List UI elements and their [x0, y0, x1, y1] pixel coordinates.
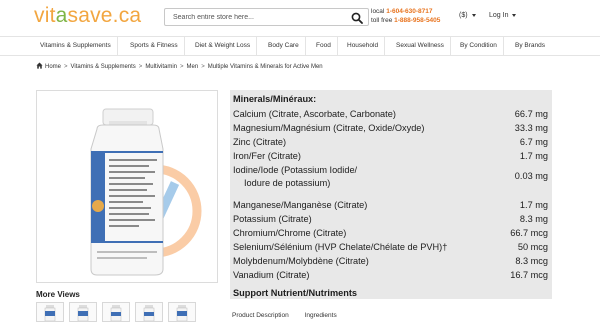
logo-text-start: vit	[34, 4, 56, 27]
label-line-value: 8.3 mg	[519, 214, 548, 224]
local-phone-label: local	[371, 8, 385, 15]
more-views-heading: More Views	[36, 290, 80, 299]
breadcrumb-separator: >	[64, 64, 68, 70]
label-line-text: Manganese/Manganèse (Citrate)	[233, 200, 368, 210]
search-icon[interactable]	[351, 12, 363, 24]
breadcrumb-vitamins-supplements[interactable]: Vitamins & Supplements	[71, 64, 136, 70]
label-line-value: 66.7 mcg	[510, 228, 548, 238]
nav-item-sports-fitness[interactable]: Sports & Fitness	[124, 37, 185, 55]
login-label: Log In	[489, 12, 509, 19]
label-line-value: 66.7 mg	[514, 109, 548, 119]
bottle-thumbnail-image	[143, 305, 155, 322]
local-phone-number[interactable]: 1-604-630-8717	[386, 8, 432, 15]
search-box	[164, 8, 369, 26]
breadcrumb-multivitamin[interactable]: Multivitamin	[145, 64, 177, 70]
site-logo[interactable]: vitasave.ca	[34, 4, 141, 28]
breadcrumb-separator: >	[180, 64, 184, 70]
nav-item-diet-weight-loss[interactable]: Diet & Weight Loss	[189, 37, 258, 55]
label-line-text: Molybdenum/Molybdène (Citrate)	[233, 256, 369, 266]
tab-ingredients[interactable]: Ingredients	[305, 312, 337, 319]
label-line-text: Selenium/Sélénium (HVP Chelate/Chélate d…	[233, 242, 448, 252]
site-header: vitasave.ca local 1-604-630-8717 toll fr…	[0, 0, 600, 36]
label-line-text: Calcium (Citrate, Ascorbate, Carbonate)	[233, 109, 396, 119]
label-line-value: 50 mcg	[517, 242, 548, 252]
search-input[interactable]	[173, 11, 343, 24]
nav-item-by-condition[interactable]: By Condition	[454, 37, 504, 55]
label-line-text: Iron/Fer (Citrate)	[233, 151, 301, 161]
product-thumbnail[interactable]	[102, 302, 130, 322]
label-line-text: Potassium (Citrate)	[233, 214, 312, 224]
logo-text-end: save.ca	[67, 4, 142, 27]
tollfree-phone-number[interactable]: 1-888-958-5405	[394, 17, 440, 24]
supplement-facts-image[interactable]: Minerals/Minéraux: Calcium (Citrate, Asc…	[230, 90, 552, 299]
home-icon	[36, 62, 43, 69]
nav-item-by-brands[interactable]: By Brands	[509, 37, 551, 55]
breadcrumb-men[interactable]: Men	[187, 64, 199, 70]
tollfree-phone-row: toll free 1-888-958-5405	[371, 16, 440, 25]
label-line-value: 6.7 mg	[519, 137, 548, 147]
nav-item-food[interactable]: Food	[310, 37, 338, 55]
nav-item-body-care[interactable]: Body Care	[262, 37, 306, 55]
product-bottle-image	[90, 108, 202, 276]
label-line-value: 16.7 mcg	[510, 270, 548, 280]
label-line-value: 1.7 mg	[519, 200, 548, 210]
breadcrumb-separator: >	[201, 64, 205, 70]
breadcrumb-current-product: Multiple Vitamins & Minerals for Active …	[207, 64, 323, 70]
tollfree-phone-label: toll free	[371, 17, 393, 24]
label-line-text: Iodine/Iode (Potassium Iodide/	[233, 165, 358, 175]
breadcrumb-separator: >	[138, 64, 143, 70]
chevron-down-icon	[471, 13, 476, 17]
tab-product-description[interactable]: Product Description	[232, 312, 289, 319]
bottle-thumbnail-image	[176, 305, 188, 322]
label-line-text: Vanadium (Citrate)	[233, 270, 310, 280]
product-main-image[interactable]	[36, 90, 218, 283]
label-line-text: Support Nutrient/Nutriments	[233, 288, 358, 298]
label-line-text: Iodure de potassium)	[244, 178, 331, 188]
label-line-value: 33.3 mg	[514, 123, 548, 133]
bottle-thumbnail-image	[44, 305, 56, 322]
bottle-thumbnail-image	[77, 305, 89, 322]
label-line-value: 1.7 mg	[519, 151, 548, 161]
login-menu[interactable]: Log In	[489, 12, 517, 19]
product-thumbnail[interactable]	[69, 302, 97, 322]
nav-item-household[interactable]: Household	[341, 37, 386, 55]
main-nav: Vitamins & Supplements Sports & Fitness …	[0, 36, 600, 56]
breadcrumb-home[interactable]: Home	[45, 64, 61, 70]
currency-label: ($)	[459, 12, 468, 19]
product-thumbnail[interactable]	[36, 302, 64, 322]
product-thumbnail[interactable]	[135, 302, 163, 322]
bottle-thumbnail-image	[110, 305, 122, 322]
local-phone-row: local 1-604-630-8717	[371, 7, 440, 16]
chevron-down-icon	[512, 13, 517, 17]
nav-item-vitamins-supplements[interactable]: Vitamins & Supplements	[34, 37, 118, 55]
product-thumbnail[interactable]	[168, 302, 196, 322]
label-line-text: Zinc (Citrate)	[233, 137, 287, 147]
label-line-text: Chromium/Chrome (Citrate)	[233, 228, 347, 238]
currency-selector[interactable]: ($)	[459, 12, 476, 19]
label-line-text: Magnesium/Magnésium (Citrate, Oxide/Oxyd…	[233, 123, 425, 133]
contact-phones: local 1-604-630-8717 toll free 1-888-958…	[371, 7, 440, 25]
nav-item-sexual-wellness[interactable]: Sexual Wellness	[390, 37, 451, 55]
label-line-text: Minerals/Minéraux:	[233, 94, 317, 104]
logo-text-accent: a	[55, 4, 68, 27]
breadcrumb: Home > Vitamins & Supplements > Multivitamin…	[36, 62, 323, 70]
label-line-value: 0.03 mg	[514, 171, 548, 181]
product-tabs: Product Description Ingredients	[232, 312, 337, 319]
label-line-value: 8.3 mcg	[515, 256, 548, 266]
